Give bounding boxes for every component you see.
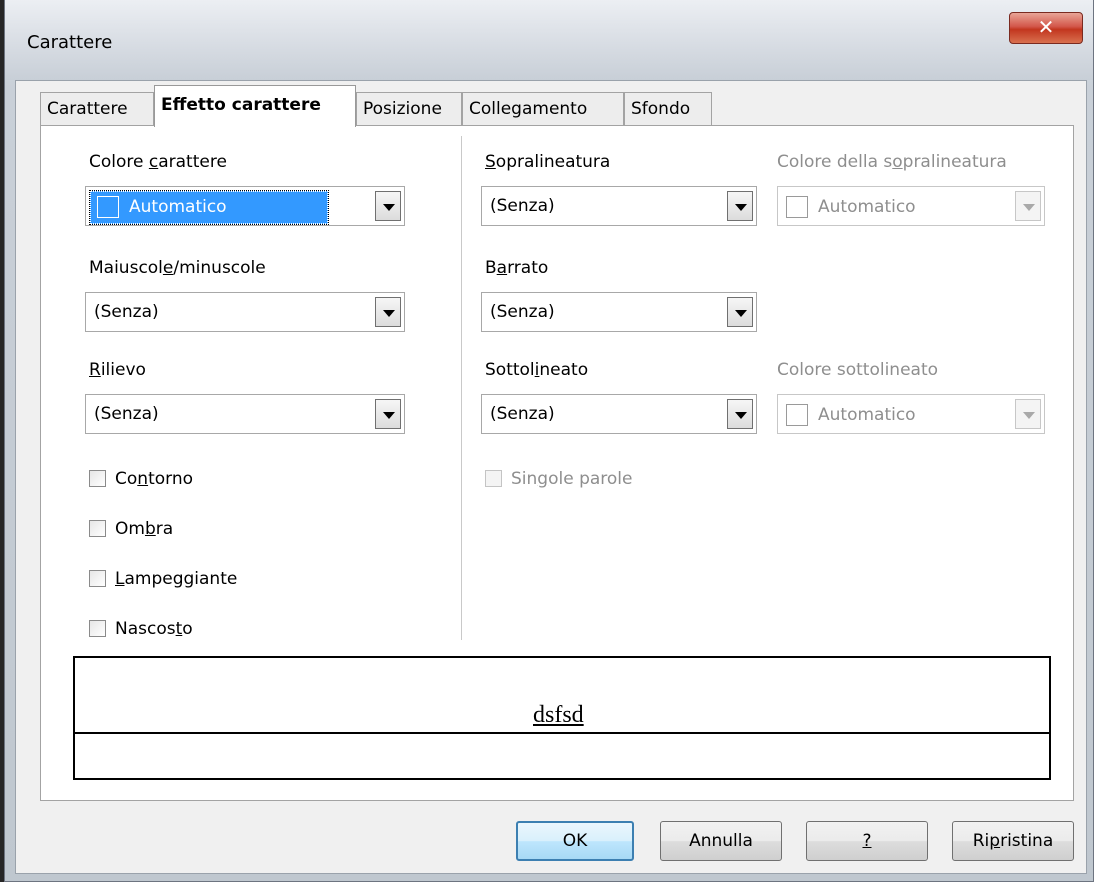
ok-button[interactable]: OK	[516, 821, 634, 861]
cancel-button[interactable]: Annulla	[660, 821, 782, 861]
column-divider	[461, 136, 462, 640]
preview-baseline	[75, 732, 1049, 734]
overline-color-value: Automatico	[786, 196, 916, 218]
tab-collegamento[interactable]: Collegamento	[462, 92, 624, 125]
reset-button[interactable]: Ripristina	[952, 821, 1074, 861]
shadow-checkbox[interactable]: Ombra	[89, 518, 173, 540]
checkbox-box[interactable]	[89, 520, 106, 537]
overline-label: Sopralineatura	[485, 152, 611, 172]
preview-box: dsfsd	[73, 656, 1051, 780]
tab-panel-effetto-carattere: Colore carattere Automatico Maiuscole/mi…	[40, 125, 1074, 801]
overline-value: (Senza)	[490, 196, 555, 216]
font-color-label: Colore carattere	[89, 152, 227, 172]
case-value: (Senza)	[94, 302, 159, 322]
strikethrough-dropdown[interactable]: (Senza)	[481, 292, 757, 332]
overline-dropdown[interactable]: (Senza)	[481, 186, 757, 226]
chevron-down-icon[interactable]	[727, 399, 753, 429]
font-color-dropdown[interactable]: Automatico	[85, 186, 405, 226]
underline-label: Sottolineato	[485, 360, 589, 380]
help-button[interactable]: ?	[806, 821, 928, 861]
case-label: Maiuscole/minuscole	[89, 258, 266, 278]
color-swatch-icon	[97, 196, 119, 218]
chevron-down-icon[interactable]	[1015, 399, 1041, 429]
tab-sfondo[interactable]: Sfondo	[624, 92, 712, 125]
checkbox-box[interactable]	[89, 570, 106, 587]
tab-effetto-carattere[interactable]: Effetto carattere	[154, 85, 356, 127]
tab-carattere[interactable]: Carattere	[40, 92, 154, 125]
strikethrough-label: Barrato	[485, 258, 549, 278]
underline-dropdown[interactable]: (Senza)	[481, 394, 757, 434]
color-swatch-icon	[786, 196, 808, 218]
dialog-window: Carattere ✕ Carattere Effetto carattere …	[4, 0, 1094, 882]
chevron-down-icon[interactable]	[375, 399, 401, 429]
underline-color-label: Colore sottolineato	[777, 360, 939, 380]
hidden-checkbox[interactable]: Nascosto	[89, 618, 193, 640]
checkbox-box[interactable]	[89, 620, 106, 637]
preview-text: dsfsd	[529, 702, 588, 729]
overline-color-label: Colore della sopralineatura	[777, 152, 1007, 172]
underline-color-value: Automatico	[786, 404, 916, 426]
relief-dropdown[interactable]: (Senza)	[85, 394, 405, 434]
font-color-value: Automatico	[89, 190, 329, 225]
relief-value: (Senza)	[94, 404, 159, 424]
dialog-client-area: Carattere Effetto carattere Posizione Co…	[15, 80, 1087, 874]
chevron-down-icon[interactable]	[375, 191, 401, 221]
individual-words-checkbox[interactable]: Singole parole	[485, 468, 633, 490]
checkbox-box[interactable]	[89, 470, 106, 487]
outline-checkbox[interactable]: Contorno	[89, 468, 193, 490]
window-title: Carattere	[27, 32, 113, 53]
overline-color-dropdown[interactable]: Automatico	[777, 186, 1045, 226]
checkbox-box[interactable]	[485, 470, 502, 487]
chevron-down-icon[interactable]	[727, 297, 753, 327]
close-button[interactable]: ✕	[1009, 12, 1083, 44]
chevron-down-icon[interactable]	[727, 191, 753, 221]
title-bar[interactable]: Carattere ✕	[5, 0, 1093, 80]
blinking-checkbox[interactable]: Lampeggiante	[89, 568, 237, 590]
case-dropdown[interactable]: (Senza)	[85, 292, 405, 332]
tab-posizione[interactable]: Posizione	[356, 92, 462, 125]
chevron-down-icon[interactable]	[375, 297, 401, 327]
strikethrough-value: (Senza)	[490, 302, 555, 322]
underline-color-dropdown[interactable]: Automatico	[777, 394, 1045, 434]
chevron-down-icon[interactable]	[1015, 191, 1041, 221]
relief-label: Rilievo	[89, 360, 146, 380]
color-swatch-icon	[786, 404, 808, 426]
underline-value: (Senza)	[490, 404, 555, 424]
